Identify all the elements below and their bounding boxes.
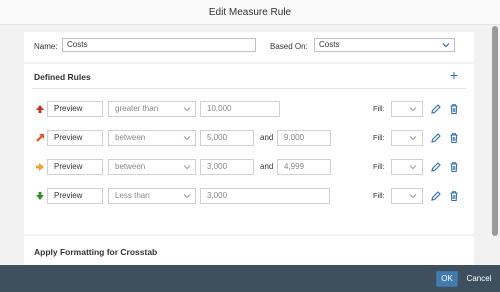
based-on-value: Costs — [319, 40, 340, 49]
name-panel: Name: Costs Based On: Costs — [24, 32, 474, 62]
chevron-down-icon — [409, 136, 417, 141]
divider — [32, 88, 466, 89]
defined-rules-title: Defined Rules — [34, 72, 91, 82]
operator-value: between — [115, 133, 146, 142]
fill-label: Fill: — [373, 191, 385, 200]
operator-select[interactable]: greater than — [108, 101, 196, 117]
operator-value: greater than — [115, 104, 159, 113]
rule-row: Preview between 5,000 and 9,000 Fill: — [32, 130, 468, 146]
fill-label: Fill: — [373, 162, 385, 171]
preview-button[interactable]: Preview — [47, 188, 103, 204]
arrow-right-icon — [36, 163, 44, 171]
rule-row: Preview between 3,000 and 4,999 Fill: — [32, 159, 468, 175]
arrow-up-right-icon — [36, 134, 44, 142]
fill-select[interactable] — [391, 159, 423, 175]
rule-row: Preview Less than 3,000 Fill: — [32, 188, 468, 204]
dialog-title: Edit Measure Rule — [0, 0, 500, 25]
dialog-content: Name: Costs Based On: Costs Defined Rule… — [0, 26, 500, 265]
crosstab-title: Apply Formatting for Crosstab — [34, 247, 158, 257]
operator-select[interactable]: between — [108, 130, 196, 146]
min-value-input[interactable]: 5,000 — [200, 130, 254, 146]
arrow-up-icon — [36, 105, 44, 113]
preview-button[interactable]: Preview — [47, 101, 103, 117]
max-value-input[interactable]: 9,000 — [277, 130, 331, 146]
fill-label: Fill: — [373, 104, 385, 113]
operator-value: Less than — [115, 191, 150, 200]
fill-label: Fill: — [373, 133, 385, 142]
value-input[interactable]: 3,000 — [200, 188, 330, 204]
operator-select[interactable]: Less than — [108, 188, 196, 204]
delete-icon[interactable] — [448, 103, 460, 115]
preview-button[interactable]: Preview — [47, 130, 103, 146]
delete-icon[interactable] — [448, 190, 460, 202]
preview-button[interactable]: Preview — [47, 159, 103, 175]
min-value-input[interactable]: 3,000 — [200, 159, 254, 175]
chevron-down-icon — [183, 136, 191, 141]
max-value-input[interactable]: 4,999 — [277, 159, 331, 175]
edit-icon[interactable] — [430, 161, 442, 173]
edit-icon[interactable] — [430, 132, 442, 144]
arrow-down-icon — [36, 192, 44, 200]
operator-value: between — [115, 162, 146, 171]
fill-select[interactable] — [391, 101, 423, 117]
chevron-down-icon — [183, 107, 191, 112]
and-label: and — [260, 162, 274, 171]
scrollbar-thumb[interactable] — [492, 26, 498, 236]
defined-rules-panel: Defined Rules + Preview greater than 10,… — [24, 64, 474, 234]
operator-select[interactable]: between — [108, 159, 196, 175]
chevron-down-icon — [183, 165, 191, 170]
delete-icon[interactable] — [448, 161, 460, 173]
delete-icon[interactable] — [448, 132, 460, 144]
dialog-footer: OK Cancel — [0, 265, 500, 292]
chevron-down-icon — [409, 165, 417, 170]
fill-select[interactable] — [391, 130, 423, 146]
based-on-label: Based On: — [270, 42, 308, 51]
edit-icon[interactable] — [430, 103, 442, 115]
chevron-down-icon — [442, 43, 450, 48]
name-label: Name: — [34, 42, 58, 51]
fill-select[interactable] — [391, 188, 423, 204]
based-on-select[interactable]: Costs — [314, 38, 455, 52]
chevron-down-icon — [409, 107, 417, 112]
ok-button[interactable]: OK — [436, 271, 458, 287]
edit-icon[interactable] — [430, 190, 442, 202]
and-label: and — [260, 133, 274, 142]
add-rule-icon[interactable]: + — [448, 68, 460, 82]
chevron-down-icon — [183, 194, 191, 199]
crosstab-panel: Apply Formatting for Crosstab — [24, 236, 474, 265]
cancel-button[interactable]: Cancel — [463, 271, 495, 287]
name-input[interactable]: Costs — [62, 38, 256, 52]
chevron-down-icon — [409, 194, 417, 199]
value-input[interactable]: 10,000 — [200, 101, 280, 117]
rule-row: Preview greater than 10,000 Fill: — [32, 101, 468, 117]
scrollbar[interactable] — [490, 26, 500, 265]
